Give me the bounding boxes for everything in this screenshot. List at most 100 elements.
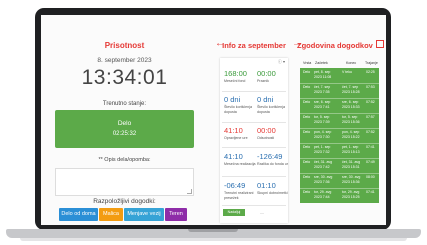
worked-hours-cell: 41:10 Opravljene ure: [224, 126, 258, 141]
clock: 13:34:01: [81, 66, 168, 89]
status-name: Delo: [117, 120, 132, 127]
monthly-realization-value: 41:10: [224, 152, 243, 161]
row-duration: 07:49: [366, 160, 375, 164]
vacation-used-cell-2: 0 dni Število koriščenja dopusta: [257, 95, 291, 114]
row-end: V teku: [342, 70, 352, 74]
row-end: tor, 29. avg 2023 15:25: [342, 190, 360, 199]
row-type: Delo: [303, 70, 311, 74]
row-start: pet, 1. sep 2023 7:32: [314, 145, 331, 154]
row-type: Delo: [303, 145, 311, 149]
monthly-fund-cell: 168:00 Mesečni fond: [224, 69, 258, 84]
table-row[interactable]: Delo čet, 7. sep 2023 7:35 čet, 7. sep 2…: [300, 83, 379, 99]
event-button-field[interactable]: Teren: [165, 208, 187, 221]
current-date: 8. september 2023: [97, 57, 152, 64]
table-row[interactable]: Delo tor, 29. avg 2023 7:44 tor, 29. avg…: [300, 188, 379, 203]
monthly-fund-value: 168:00: [224, 69, 247, 78]
description-textarea[interactable]: [55, 168, 194, 196]
history-title: Zgodovina dogodkov: [297, 41, 373, 50]
row-duration: 07:52: [366, 130, 375, 134]
monthly-fund-label: Mesečni fond: [224, 79, 246, 83]
row-end: sre, 30. avg 2023 15:36: [342, 175, 361, 184]
row-duration: 02:25: [366, 70, 375, 74]
row-type: Delo: [303, 190, 311, 194]
vacation-used-cell: 0 dni Število koriščenja dopusta: [224, 95, 258, 114]
total-credit-label: Skupni dobroimetki: [257, 191, 288, 195]
divider: [222, 176, 286, 177]
pager-dash: —: [260, 210, 264, 215]
row-start: pon, 4. sep 2023 7:30: [314, 130, 332, 139]
fund-difference-label: Razlika do fonda ur: [257, 162, 288, 166]
row-type: Delo: [303, 175, 311, 179]
presence-title: Prisotnost: [104, 41, 145, 50]
row-type: Delo: [303, 85, 311, 89]
current-surplus-cell: -06:49 Trenutni realizirani presežek: [224, 181, 258, 200]
table-row[interactable]: Delo sre, 6. sep 2023 7:41 sre, 6. sep 2…: [300, 98, 379, 114]
divider: [222, 122, 286, 123]
row-duration: 07:41: [366, 190, 375, 194]
vacation-used-value-2: 0 dni: [257, 95, 274, 104]
total-credit-value: 01:10: [257, 181, 276, 190]
row-duration: 07:53: [366, 85, 375, 89]
table-row[interactable]: Delo pet, 1. sep 2023 7:32 pet, 1. sep 2…: [300, 143, 379, 159]
row-end: čet, 31. avg 2023 15:31: [342, 160, 361, 169]
row-end: tor, 5. sep 2023 15:36: [342, 115, 360, 124]
laptop-shadow: [20, 238, 407, 241]
table-row[interactable]: Delo čet, 31. avg 2023 7:42 čet, 31. avg…: [300, 158, 379, 174]
column-duration: Trajanje: [365, 61, 378, 65]
absences-value: 00:00: [257, 126, 276, 135]
current-surplus-value: -06:49: [224, 181, 246, 190]
row-start: čet, 7. sep 2023 7:35: [314, 85, 331, 94]
table-row[interactable]: Delo pon, 4. sep 2023 7:30 pon, 4. sep 2…: [300, 128, 379, 144]
table-row[interactable]: Delo pet, 8. sep 2023 11:08 V teku 02:25: [300, 68, 379, 84]
description-label: ** Opis dela/opomba:: [98, 157, 151, 163]
row-duration: 07:52: [366, 100, 375, 104]
event-button-circuit-change[interactable]: Menjave vezij: [124, 208, 164, 221]
current-state-label: Trenutno stanje:: [102, 101, 147, 107]
resize-grip-icon[interactable]: [187, 189, 192, 194]
absences-label: Odsotnosti: [257, 136, 275, 140]
row-start: sre, 30. avg 2023 7:36: [314, 175, 333, 184]
row-end: čet, 7. sep 2023 15:28: [342, 85, 360, 94]
column-start: Začetek: [315, 61, 328, 65]
row-duration: 07:41: [366, 145, 375, 149]
card-menu-icon[interactable]: ⓘ ▾: [278, 59, 285, 65]
row-duration: 08:00: [366, 175, 375, 179]
external-link-icon[interactable]: [376, 40, 384, 48]
fund-difference-value: -126:49: [257, 152, 283, 161]
row-end: pon, 4. sep 2023 15:22: [342, 130, 360, 139]
holiday-value: 00:00: [257, 69, 276, 78]
fund-difference-cell: -126:49 Razlika do fonda ur: [257, 152, 291, 167]
monthly-realization-label: Mesečna realizacija: [224, 162, 256, 166]
holiday-label: Praznik: [257, 79, 269, 83]
absences-cell: 00:00 Odsotnosti: [257, 126, 291, 141]
status-time: 02:25:32: [112, 131, 137, 137]
row-end: pet, 1. sep 2023 15:13: [342, 145, 360, 154]
table-row[interactable]: Delo sre, 30. avg 2023 7:36 sre, 30. avg…: [300, 173, 379, 189]
event-button-work-from-home[interactable]: Delo od doma: [59, 208, 98, 221]
divider: [222, 91, 286, 92]
continue-button[interactable]: Nadaljuj: [223, 209, 245, 216]
divider: [222, 147, 286, 148]
app-screen: Prisotnost 8. september 2023 13:34:01 Tr…: [41, 15, 386, 225]
holiday-cell: 00:00 Praznik: [257, 69, 291, 84]
info-card: ⓘ ▾ 168:00 Mesečni fond 00:00 Praznik 0 …: [220, 58, 288, 223]
row-type: Delo: [303, 100, 311, 104]
row-start: tor, 29. avg 2023 7:44: [314, 190, 332, 199]
worked-hours-label: Opravljene ure: [224, 136, 248, 140]
row-end: sre, 6. sep 2023 15:33: [342, 100, 360, 109]
column-type: Vrsta: [303, 61, 312, 65]
table-row[interactable]: Delo tor, 5. sep 2023 7:39 tor, 5. sep 2…: [300, 113, 379, 129]
monthly-realization-cell: 41:10 Mesečna realizacija: [224, 152, 258, 167]
row-start: sre, 6. sep 2023 7:41: [314, 100, 331, 109]
vacation-used-label: Število koriščenja dopusta: [224, 105, 252, 114]
vacation-used-value: 0 dni: [224, 95, 241, 104]
presence-panel: Prisotnost 8. september 2023 13:34:01 Tr…: [48, 15, 201, 225]
events-label: Razpoložljivi dogodki:: [93, 198, 156, 205]
row-start: pet, 8. sep 2023 11:08: [314, 70, 332, 79]
row-type: Delo: [303, 115, 311, 119]
column-end: Konec: [346, 61, 357, 65]
row-duration: 07:57: [366, 115, 375, 119]
worked-hours-value: 41:10: [224, 126, 243, 135]
divider: [222, 205, 286, 206]
event-button-lunch[interactable]: Malica: [99, 208, 123, 221]
